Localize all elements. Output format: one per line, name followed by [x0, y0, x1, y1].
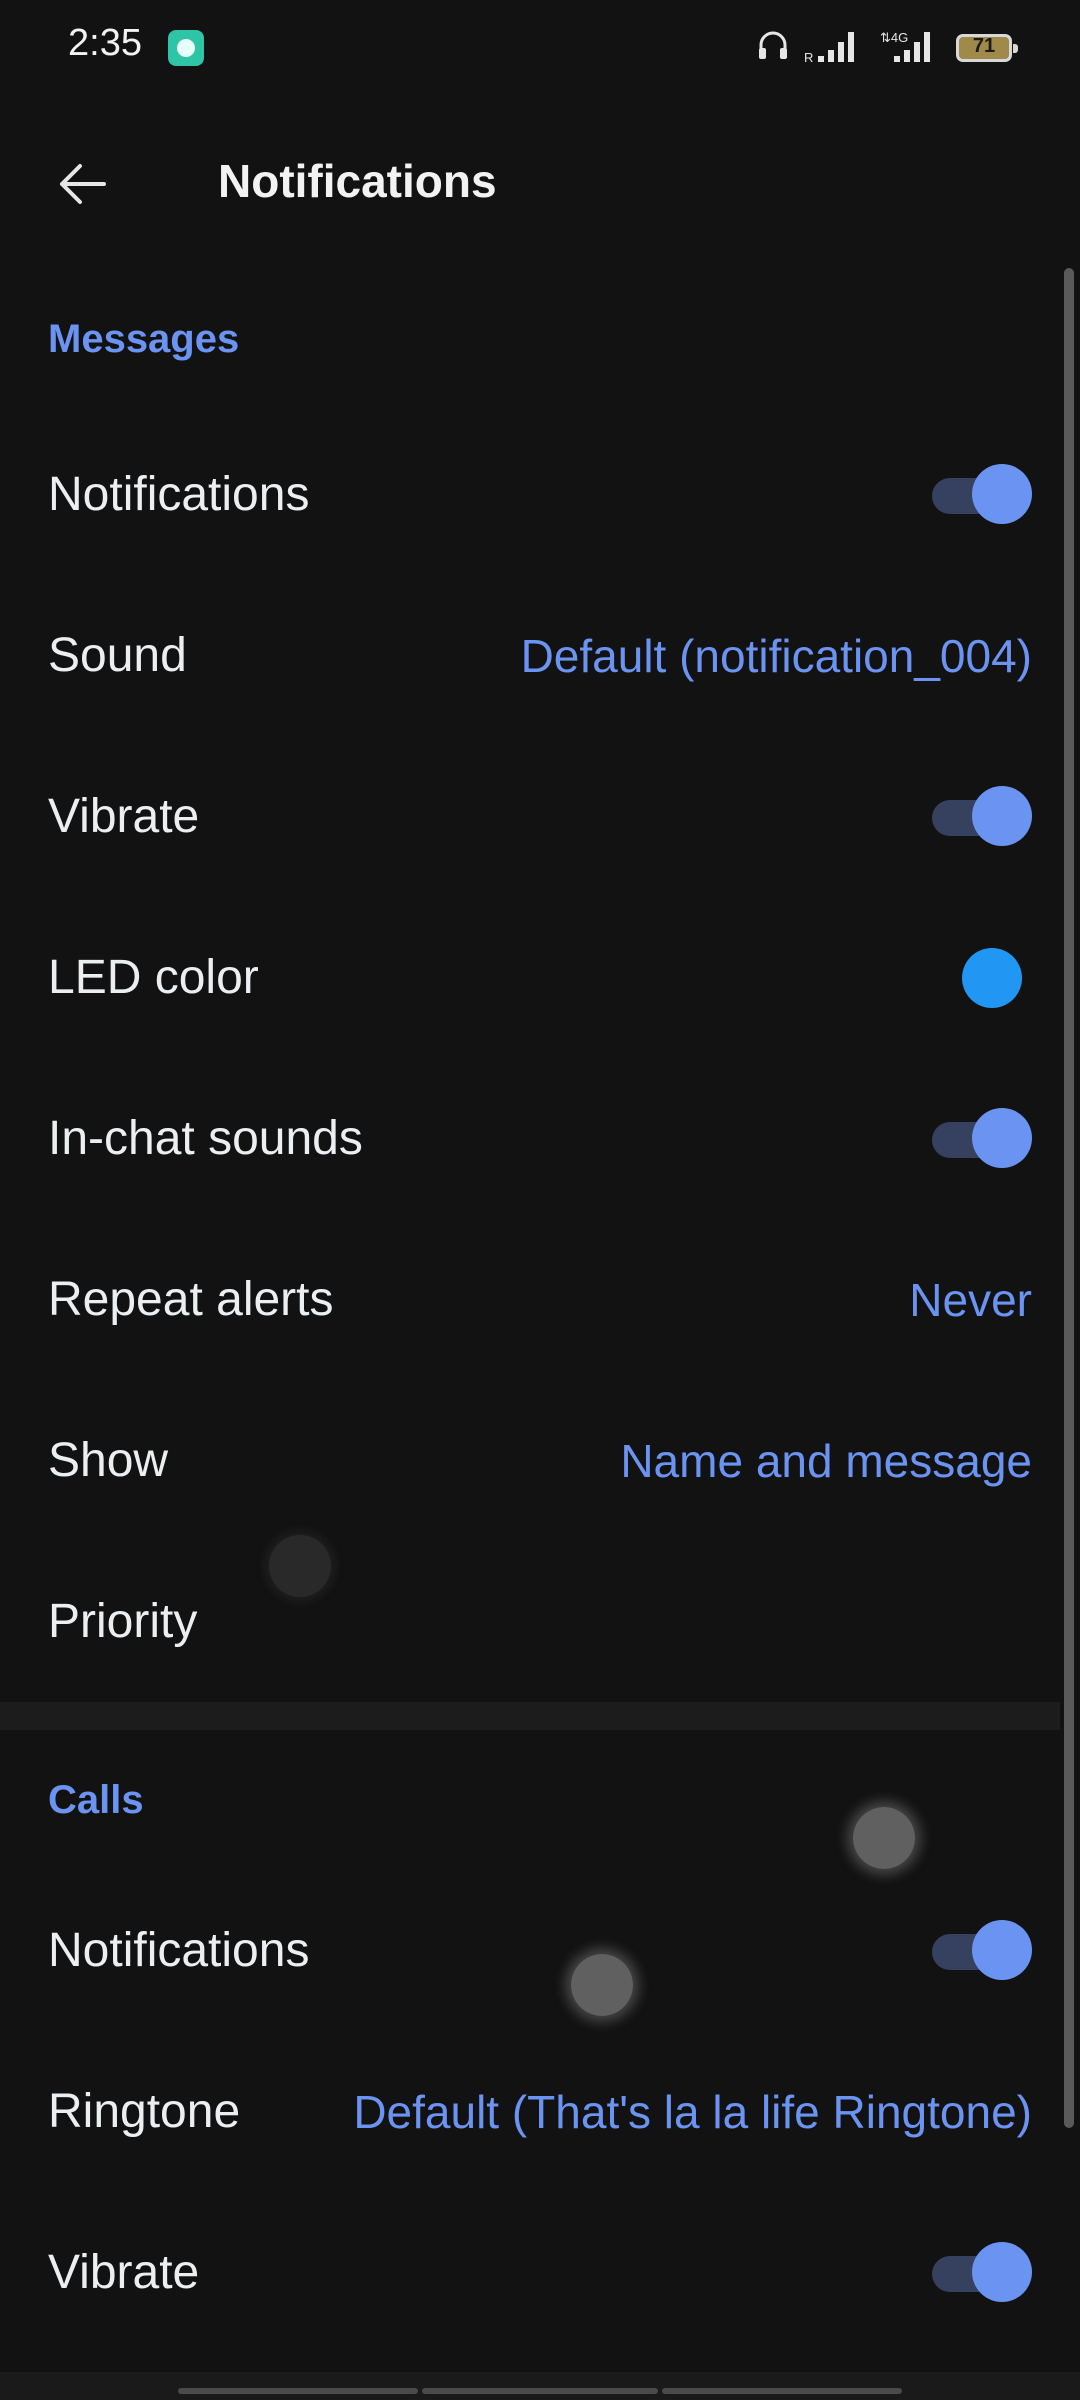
calls-vibrate-toggle[interactable] [932, 2241, 1032, 2304]
calls-ringtone-row[interactable]: Ringtone Default (That's la la life Ring… [0, 2031, 1060, 2192]
toggle-thumb [972, 1919, 1032, 1980]
app-notification-icon [168, 30, 204, 66]
toggle-thumb [972, 2241, 1032, 2302]
scrollbar[interactable] [1064, 268, 1074, 2128]
show-value: Name and message [620, 1434, 1032, 1487]
settings-list: Messages Notifications Sound Default (no… [0, 264, 1060, 2353]
row-label: LED color [48, 951, 259, 1004]
messages-priority-row[interactable]: Priority [0, 1541, 1060, 1702]
repeat-alerts-value: Never [909, 1273, 1032, 1326]
messages-show-row[interactable]: Show Name and message [0, 1380, 1060, 1541]
section-divider [0, 1702, 1060, 1730]
row-label: Show [48, 1434, 169, 1487]
touch-indicator [571, 1954, 633, 2016]
page-title: Notifications [218, 155, 497, 207]
battery-icon: 71 [956, 34, 1018, 62]
arrow-left-icon [54, 156, 110, 217]
row-label: Sound [48, 629, 187, 682]
toggle-thumb [972, 1107, 1032, 1168]
battery-level: 71 [972, 35, 996, 57]
signal-4g-icon: ⇅4G [880, 28, 942, 69]
messages-led-color-row[interactable]: LED color [0, 897, 1060, 1058]
messages-repeat-alerts-row[interactable]: Repeat alerts Never [0, 1219, 1060, 1380]
row-label: Vibrate [48, 790, 200, 843]
messages-vibrate-row[interactable]: Vibrate [0, 736, 1060, 897]
headset-icon [756, 29, 790, 68]
sound-value: Default (notification_004) [520, 629, 1032, 682]
row-label: Vibrate [48, 2246, 200, 2299]
calls-notifications-toggle[interactable] [932, 1919, 1032, 1982]
gesture-bar [0, 2372, 1080, 2400]
messages-notifications-row[interactable]: Notifications [0, 414, 1060, 575]
signal-roaming-icon: R [804, 28, 866, 69]
row-label: Ringtone [48, 2085, 241, 2138]
svg-text:R: R [804, 50, 813, 64]
touch-indicator [853, 1807, 915, 1869]
section-header-messages: Messages [48, 316, 240, 361]
toggle-thumb [972, 785, 1032, 846]
messages-notifications-toggle[interactable] [932, 463, 1032, 526]
row-label: Repeat alerts [48, 1273, 334, 1326]
back-button[interactable] [30, 134, 134, 238]
status-bar: 2:35 R ⇅4G 71 [0, 0, 1080, 96]
svg-text:⇅4G: ⇅4G [880, 30, 908, 45]
row-label: In-chat sounds [48, 1112, 363, 1165]
ringtone-value: Default (That's la la life Ringtone) [353, 2085, 1032, 2138]
app-bar: Notifications [0, 96, 1080, 264]
gesture-segment [422, 2388, 658, 2394]
in-chat-sounds-toggle[interactable] [932, 1107, 1032, 1170]
messages-vibrate-toggle[interactable] [932, 785, 1032, 848]
led-color-swatch [962, 947, 1022, 1008]
messages-sound-row[interactable]: Sound Default (notification_004) [0, 575, 1060, 736]
status-icons: R ⇅4G 71 [756, 28, 1018, 69]
row-label: Notifications [48, 1924, 310, 1977]
calls-vibrate-row[interactable]: Vibrate [0, 2192, 1060, 2353]
gesture-segment [178, 2388, 418, 2394]
calls-notifications-row[interactable]: Notifications [0, 1870, 1060, 2031]
status-time: 2:35 [68, 22, 142, 64]
touch-indicator [269, 1535, 331, 1597]
messages-in-chat-sounds-row[interactable]: In-chat sounds [0, 1058, 1060, 1219]
row-label: Priority [48, 1595, 198, 1648]
gesture-segment [662, 2388, 902, 2394]
row-label: Notifications [48, 468, 310, 521]
toggle-thumb [972, 463, 1032, 524]
